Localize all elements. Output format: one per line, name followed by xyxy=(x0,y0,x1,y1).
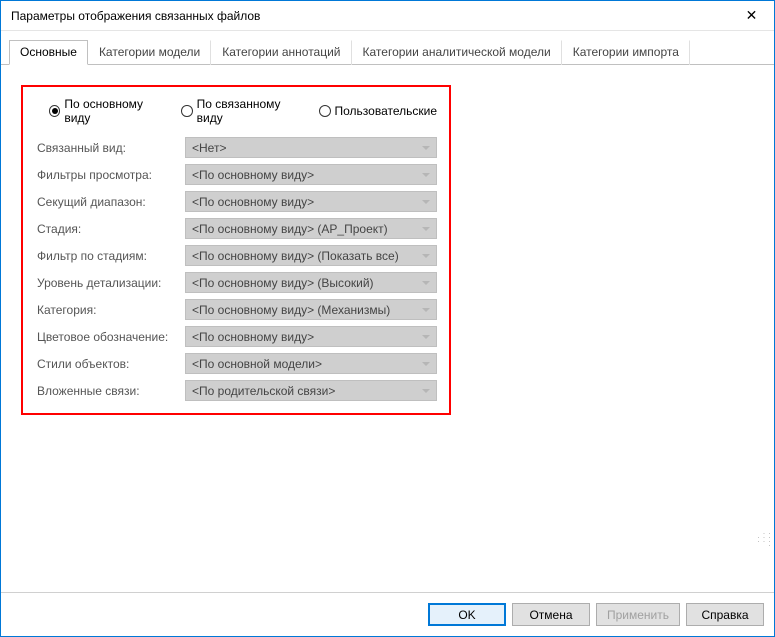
field-label: Стадия: xyxy=(35,222,185,236)
field-dropdown-2[interactable]: <По основному виду> xyxy=(185,191,437,212)
view-mode-radio-group: По основному виду По связанному виду Польз… xyxy=(35,97,437,125)
chevron-down-icon xyxy=(422,308,430,312)
dropdown-value: <По основному виду> (Показать все) xyxy=(192,249,399,263)
chevron-down-icon xyxy=(422,362,430,366)
tab-content: По основному виду По связанному виду Польз… xyxy=(1,65,774,592)
field-dropdown-0[interactable]: <Нет> xyxy=(185,137,437,158)
dropdown-value: <По основному виду> xyxy=(192,195,314,209)
field-dropdown-1[interactable]: <По основному виду> xyxy=(185,164,437,185)
tab-2[interactable]: Категории аннотаций xyxy=(211,40,351,65)
tab-4[interactable]: Категории импорта xyxy=(562,40,690,65)
dropdown-value: <По основному виду> (Механизмы) xyxy=(192,303,390,317)
form-row-8: Стили объектов: <По основной модели> xyxy=(35,353,437,374)
resize-grip-icon: · ·· · ·· · · · xyxy=(757,531,771,545)
form-row-9: Вложенные связи: <По родительской связи> xyxy=(35,380,437,401)
field-label: Секущий диапазон: xyxy=(35,195,185,209)
field-label: Фильтр по стадиям: xyxy=(35,249,185,263)
dropdown-value: <По основному виду> xyxy=(192,330,314,344)
close-button[interactable]: ✕ xyxy=(729,1,774,30)
chevron-down-icon xyxy=(422,335,430,339)
chevron-down-icon xyxy=(422,173,430,177)
apply-button[interactable]: Применить xyxy=(596,603,680,626)
dialog-footer: OK Отмена Применить Справка xyxy=(1,592,774,636)
field-label: Уровень детализации: xyxy=(35,276,185,290)
radio-label: По основному виду xyxy=(64,97,165,125)
chevron-down-icon xyxy=(422,146,430,150)
titlebar: Параметры отображения связанных файлов ✕ xyxy=(1,1,774,31)
form-row-7: Цветовое обозначение: <По основному виду> xyxy=(35,326,437,347)
radio-label: Пользовательские xyxy=(335,104,438,118)
chevron-down-icon xyxy=(422,200,430,204)
field-label: Категория: xyxy=(35,303,185,317)
field-label: Цветовое обозначение: xyxy=(35,330,185,344)
field-dropdown-8[interactable]: <По основной модели> xyxy=(185,353,437,374)
close-icon: ✕ xyxy=(746,7,758,24)
field-dropdown-4[interactable]: <По основному виду> (Показать все) xyxy=(185,245,437,266)
radio-option-1[interactable]: По связанному виду xyxy=(181,97,302,125)
field-label: Вложенные связи: xyxy=(35,384,185,398)
field-dropdown-5[interactable]: <По основному виду> (Высокий) xyxy=(185,272,437,293)
radio-option-2[interactable]: Пользовательские xyxy=(319,97,438,125)
dialog-window: Параметры отображения связанных файлов ✕… xyxy=(0,0,775,637)
tab-0[interactable]: Основные xyxy=(9,40,88,65)
dropdown-value: <По родительской связи> xyxy=(192,384,335,398)
field-dropdown-6[interactable]: <По основному виду> (Механизмы) xyxy=(185,299,437,320)
form-rows: Связанный вид: <Нет> Фильтры просмотра: <По… xyxy=(35,137,437,401)
field-dropdown-7[interactable]: <По основному виду> xyxy=(185,326,437,347)
dropdown-value: <По основному виду> (Высокий) xyxy=(192,276,374,290)
dropdown-value: <Нет> xyxy=(192,141,226,155)
radio-icon xyxy=(181,105,192,117)
window-title: Параметры отображения связанных файлов xyxy=(11,9,729,23)
dropdown-value: <По основной модели> xyxy=(192,357,322,371)
chevron-down-icon xyxy=(422,281,430,285)
cancel-button[interactable]: Отмена xyxy=(512,603,590,626)
help-button[interactable]: Справка xyxy=(686,603,764,626)
field-label: Фильтры просмотра: xyxy=(35,168,185,182)
dropdown-value: <По основному виду> (АР_Проект) xyxy=(192,222,388,236)
dropdown-value: <По основному виду> xyxy=(192,168,314,182)
field-label: Стили объектов: xyxy=(35,357,185,371)
radio-icon xyxy=(49,105,60,117)
tab-1[interactable]: Категории модели xyxy=(88,40,211,65)
ok-button[interactable]: OK xyxy=(428,603,506,626)
chevron-down-icon xyxy=(422,254,430,258)
field-label: Связанный вид: xyxy=(35,141,185,155)
chevron-down-icon xyxy=(422,227,430,231)
radio-icon xyxy=(319,105,331,117)
form-row-0: Связанный вид: <Нет> xyxy=(35,137,437,158)
field-dropdown-3[interactable]: <По основному виду> (АР_Проект) xyxy=(185,218,437,239)
field-dropdown-9[interactable]: <По родительской связи> xyxy=(185,380,437,401)
form-row-6: Категория: <По основному виду> (Механизмы… xyxy=(35,299,437,320)
form-row-1: Фильтры просмотра: <По основному виду> xyxy=(35,164,437,185)
tab-3[interactable]: Категории аналитической модели xyxy=(352,40,562,65)
tabstrip: ОсновныеКатегории моделиКатегории аннота… xyxy=(1,31,774,65)
form-row-4: Фильтр по стадиям: <По основному виду> (П… xyxy=(35,245,437,266)
highlighted-region: По основному виду По связанному виду Польз… xyxy=(21,85,451,415)
radio-option-0[interactable]: По основному виду xyxy=(49,97,165,125)
form-row-5: Уровень детализации: <По основному виду> … xyxy=(35,272,437,293)
chevron-down-icon xyxy=(422,389,430,393)
form-row-2: Секущий диапазон: <По основному виду> xyxy=(35,191,437,212)
radio-label: По связанному виду xyxy=(197,97,303,125)
form-row-3: Стадия: <По основному виду> (АР_Проект) xyxy=(35,218,437,239)
